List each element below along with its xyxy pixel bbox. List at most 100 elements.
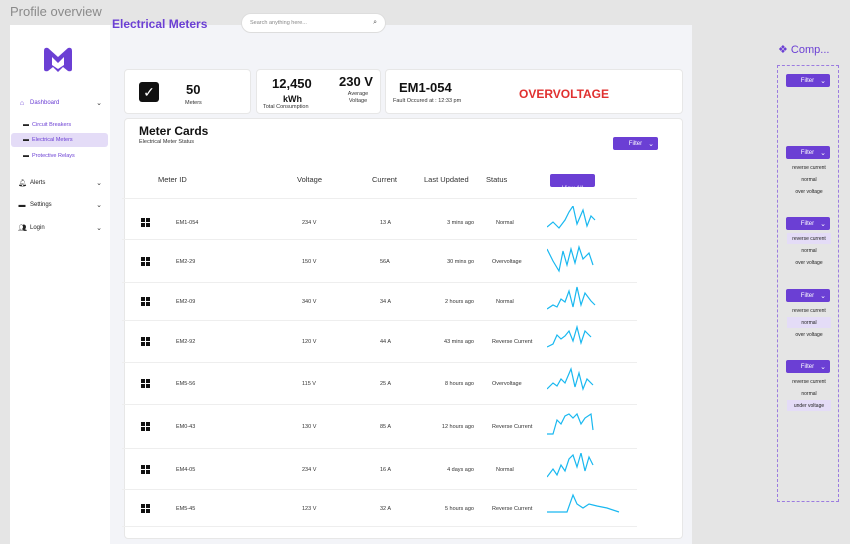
fault-meter-id: EM1-054 — [399, 80, 452, 95]
meter-icon — [141, 504, 151, 513]
consumption-card: 12,450 kWh Total Consumption 230 V Avera… — [256, 69, 381, 114]
meter-cards-title: Meter Cards — [139, 124, 209, 138]
meter-last-updated: 4 days ago — [447, 467, 474, 473]
component-filter-button[interactable]: Filter ⌄ — [786, 217, 830, 230]
sidebar-item-login[interactable]: 👥︎ Login ⌄ — [18, 221, 108, 235]
column-header-status: Status — [486, 175, 508, 184]
meter-current: 44 A — [380, 339, 392, 345]
sparkline-chart — [547, 493, 620, 513]
meter-voltage: 123 V — [302, 506, 317, 512]
meter-status: Normal — [496, 467, 514, 473]
sparkline-chart — [547, 245, 594, 273]
meter-current: 85 A — [380, 424, 392, 430]
meter-icon — [141, 465, 151, 474]
search-icon[interactable]: ⌕ — [373, 19, 377, 27]
consumption-unit: kWh — [283, 94, 302, 104]
meter-icon — [141, 218, 151, 227]
sidebar-item-label: Circuit Breakers — [32, 122, 72, 128]
meter-voltage: 115 V — [302, 381, 316, 387]
chevron-down-icon[interactable]: ⌄ — [96, 201, 102, 209]
sparkline-chart — [547, 367, 594, 391]
table-row[interactable]: EM2-09 340 V 34 A 2 hours ago Normal — [122, 283, 637, 321]
sparkline-chart — [547, 286, 596, 310]
meter-status: Overvoltage — [492, 381, 522, 387]
table-header: Meter ID Voltage Current Last Updated St… — [122, 163, 637, 199]
home-icon: ⌂ — [19, 99, 25, 107]
filter-button[interactable]: Filter ⌄ — [613, 137, 658, 150]
sidebar-item-label: Protective Relays — [32, 153, 75, 159]
meter-cards-subtitle: Electrical Meter Status — [139, 139, 195, 145]
filter-label: Filter — [800, 363, 815, 370]
chevron-down-icon: ⌄ — [820, 292, 826, 300]
dropdown-option[interactable]: reverse current — [787, 233, 831, 244]
meter-voltage: 340 V — [302, 299, 317, 305]
device-icon: ▬ — [23, 137, 29, 143]
voltage-label: Average Voltage — [347, 91, 369, 104]
voltage-value: 230 V — [339, 74, 373, 89]
bell-icon: 🔔︎ — [18, 180, 27, 187]
sidebar-item-label: Login — [30, 225, 45, 231]
component-filter-button[interactable]: Filter ⌄ — [786, 360, 830, 373]
chevron-down-icon[interactable]: ⌄ — [96, 179, 102, 187]
meter-last-updated: 3 mins ago — [447, 220, 474, 226]
component-filter-button[interactable]: Filter ⌄ — [786, 74, 830, 87]
sidebar-item-alerts[interactable]: 🔔︎ Alerts ⌄ — [18, 176, 108, 190]
dropdown-option[interactable]: normal — [787, 388, 831, 399]
meters-count: 50 — [186, 82, 201, 97]
chevron-down-icon: ⌄ — [820, 220, 826, 228]
dropdown-option[interactable]: over voltage — [787, 329, 831, 340]
meter-id: EM5-56 — [176, 381, 196, 387]
meter-current: 13 A — [380, 220, 392, 226]
meter-id: EM5-45 — [176, 506, 196, 512]
view-all-button[interactable]: View All — [550, 174, 595, 192]
column-header-current: Current — [372, 175, 398, 184]
table-row[interactable]: EM5-45 123 V 32 A 5 hours ago Reverse Curren… — [122, 490, 637, 527]
dropdown-option[interactable]: under voltage — [787, 400, 831, 411]
sidebar-item-settings[interactable]: ▬ Settings ⌄ — [18, 198, 108, 212]
table-row[interactable]: EM4-05 234 V 16 A 4 days ago Normal — [122, 449, 637, 490]
meter-icon — [141, 337, 151, 346]
sidebar-item-circuit-breakers[interactable]: ▬ Circuit Breakers — [11, 118, 108, 132]
table-row[interactable]: EM0-43 130 V 85 A 12 hours ago Reverse Curre… — [122, 405, 637, 449]
column-header-meter-id: Meter ID — [158, 175, 187, 184]
device-icon: ▬ — [23, 122, 29, 128]
sidebar-item-label: Dashboard — [30, 100, 60, 106]
dropdown-option[interactable]: over voltage — [787, 257, 831, 268]
sparkline-chart — [547, 453, 594, 478]
meter-id: EM0-43 — [176, 424, 196, 430]
meter-id: EM4-05 — [176, 467, 196, 473]
dropdown-option[interactable]: reverse current — [787, 162, 831, 173]
meter-status: Reverse Current — [492, 339, 533, 345]
sidebar-item-label: Alerts — [30, 180, 46, 186]
device-icon: ▬ — [23, 153, 29, 159]
dropdown-option[interactable]: reverse current — [787, 305, 831, 316]
table-row[interactable]: EM1-054 234 V 13 A 3 mins ago Normal — [122, 206, 637, 240]
table-row[interactable]: EM2-92 120 V 44 A 43 mins ago Reverse Curren… — [122, 321, 637, 363]
component-filter-button[interactable]: Filter ⌄ — [786, 289, 830, 302]
sparkline-chart — [547, 412, 594, 435]
search-input[interactable]: Search anything here... ⌕ — [241, 13, 386, 33]
column-header-voltage: Voltage — [297, 175, 323, 184]
table-row[interactable]: EM2-29 150 V 56A 30 mins go Overvoltage — [122, 240, 637, 283]
dropdown-option[interactable]: normal — [787, 317, 831, 328]
dropdown-option[interactable]: normal — [787, 245, 831, 256]
chevron-down-icon[interactable]: ⌄ — [96, 99, 102, 107]
meter-icon — [141, 297, 151, 306]
dropdown-option[interactable]: normal — [787, 174, 831, 185]
sidebar-item-protective-relays[interactable]: ▬ Protective Relays — [11, 149, 108, 163]
sidebar-item-electrical-meters[interactable]: ▬ Electrical Meters — [11, 133, 108, 147]
meters-label: Meters — [185, 100, 202, 106]
dropdown-option[interactable]: over voltage — [787, 186, 831, 197]
meter-voltage: 234 V — [302, 220, 317, 226]
meter-voltage: 120 V — [302, 339, 317, 345]
meter-last-updated: 5 hours ago — [444, 506, 474, 512]
dropdown-option[interactable]: reverse current — [787, 376, 831, 387]
chevron-down-icon: ⌄ — [820, 149, 826, 157]
sidebar-item-dashboard[interactable]: ⌂ Dashboard ⌄ — [18, 96, 108, 110]
sidebar-item-label: Electrical Meters — [32, 137, 73, 143]
chevron-down-icon[interactable]: ⌄ — [96, 224, 102, 232]
fault-type: OVERVOLTAGE — [519, 87, 610, 101]
table-row[interactable]: EM5-56 115 V 25 A 8 hours ago Overvoltage — [122, 363, 637, 405]
view-all-label: View All — [562, 186, 583, 192]
component-filter-button[interactable]: Filter ⌄ — [786, 146, 830, 159]
